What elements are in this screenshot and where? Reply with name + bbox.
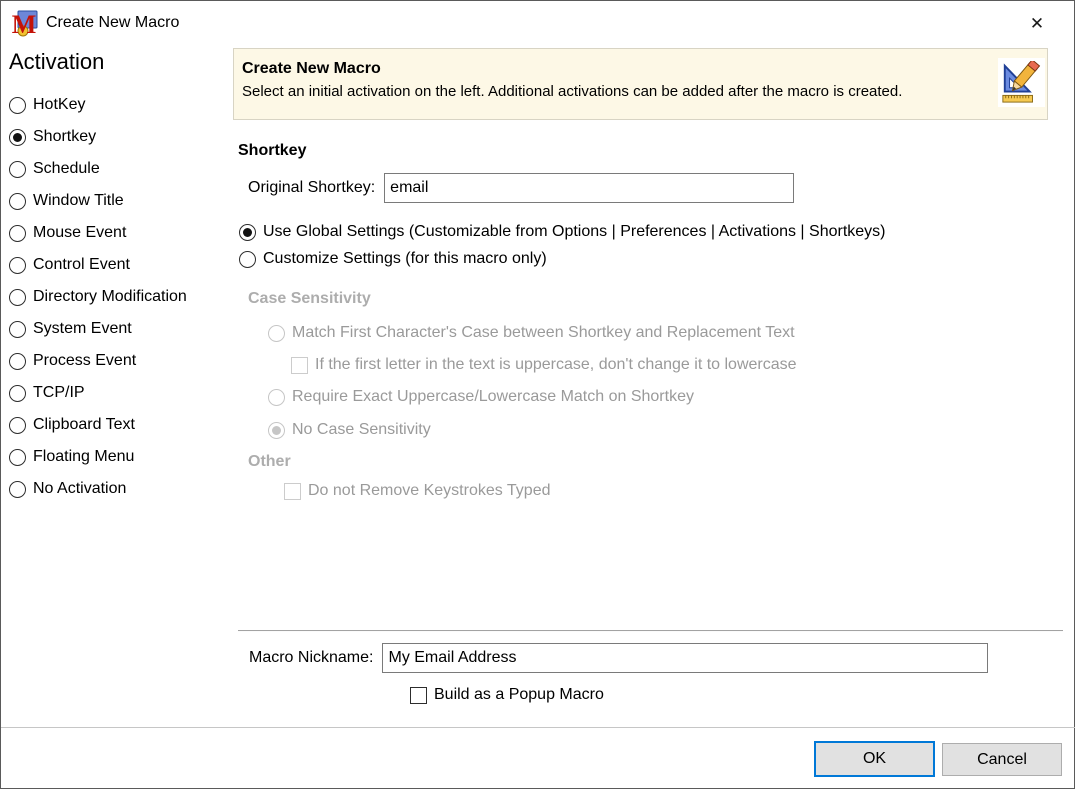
radio-match-first-case [268,325,285,342]
radio-control-event [9,257,26,274]
macro-express-app-icon: M [11,10,39,38]
sidebar-item-no-activation[interactable]: No Activation [9,473,231,505]
radio-customize-settings [239,251,256,268]
require-exact-case-option: Require Exact Uppercase/Lowercase Match … [268,387,694,407]
create-new-macro-dialog: M Create New Macro ✕ Activation HotKey S… [0,0,1075,789]
original-shortkey-label: Original Shortkey: [248,179,375,197]
banner-subtitle: Select an initial activation on the left… [242,83,902,100]
activation-list: HotKey Shortkey Schedule Window Title Mo… [9,89,231,505]
sidebar-item-clipboard-text[interactable]: Clipboard Text [9,409,231,441]
macro-nickname-label: Macro Nickname: [249,649,373,667]
first-letter-uppercase-option: If the first letter in the text is upper… [291,355,797,375]
shortkey-heading: Shortkey [238,142,306,160]
sidebar-item-mouse-event[interactable]: Mouse Event [9,217,231,249]
title-bar: M Create New Macro ✕ [1,1,1074,46]
radio-system-event [9,321,26,338]
activation-header: Activation [9,49,104,75]
checkbox-build-popup-macro [410,687,427,704]
radio-use-global-settings [239,224,256,241]
banner: Create New Macro Select an initial activ… [233,48,1048,120]
macro-nickname-input[interactable] [382,643,988,673]
sidebar-item-system-event[interactable]: System Event [9,313,231,345]
original-shortkey-row: Original Shortkey: [248,173,794,203]
radio-shortkey [9,129,26,146]
sidebar-item-process-event[interactable]: Process Event [9,345,231,377]
sidebar-item-tcpip[interactable]: TCP/IP [9,377,231,409]
radio-no-activation [9,481,26,498]
do-not-remove-keystrokes-option: Do not Remove Keystrokes Typed [284,481,551,501]
radio-schedule [9,161,26,178]
radio-tcpip [9,385,26,402]
banner-title: Create New Macro [242,60,381,78]
checkbox-do-not-remove-keystrokes [284,483,301,500]
sidebar-item-window-title[interactable]: Window Title [9,185,231,217]
other-header: Other [248,453,291,471]
cancel-button[interactable]: Cancel [942,743,1062,776]
case-sensitivity-header: Case Sensitivity [248,290,371,308]
radio-no-case-sensitivity [268,422,285,439]
radio-window-title [9,193,26,210]
radio-floating-menu [9,449,26,466]
macro-nickname-row: Macro Nickname: [249,643,988,673]
original-shortkey-input[interactable] [384,173,794,203]
radio-process-event [9,353,26,370]
sidebar-item-schedule[interactable]: Schedule [9,153,231,185]
build-popup-macro-option[interactable]: Build as a Popup Macro [410,685,604,705]
sidebar-item-shortkey[interactable]: Shortkey [9,121,231,153]
close-icon[interactable]: ✕ [1016,8,1058,40]
sidebar-item-directory-modification[interactable]: Directory Modification [9,281,231,313]
svg-text:M: M [12,10,37,38]
footer-divider [1,727,1075,728]
section-divider [238,630,1063,632]
use-global-settings-option[interactable]: Use Global Settings (Customizable from O… [239,222,886,242]
window-title: Create New Macro [46,14,179,32]
sidebar-item-floating-menu[interactable]: Floating Menu [9,441,231,473]
sidebar-item-hotkey[interactable]: HotKey [9,89,231,121]
checkbox-first-letter-uppercase [291,357,308,374]
radio-hotkey [9,97,26,114]
ok-button[interactable]: OK [814,741,935,777]
radio-clipboard-text [9,417,26,434]
match-first-case-option: Match First Character's Case between Sho… [268,323,795,343]
pencil-triangle-ruler-icon [998,58,1045,107]
sidebar-item-control-event[interactable]: Control Event [9,249,231,281]
radio-mouse-event [9,225,26,242]
customize-settings-option[interactable]: Customize Settings (for this macro only) [239,249,547,269]
radio-directory-modification [9,289,26,306]
no-case-sensitivity-option: No Case Sensitivity [268,420,431,440]
radio-require-exact-case [268,389,285,406]
